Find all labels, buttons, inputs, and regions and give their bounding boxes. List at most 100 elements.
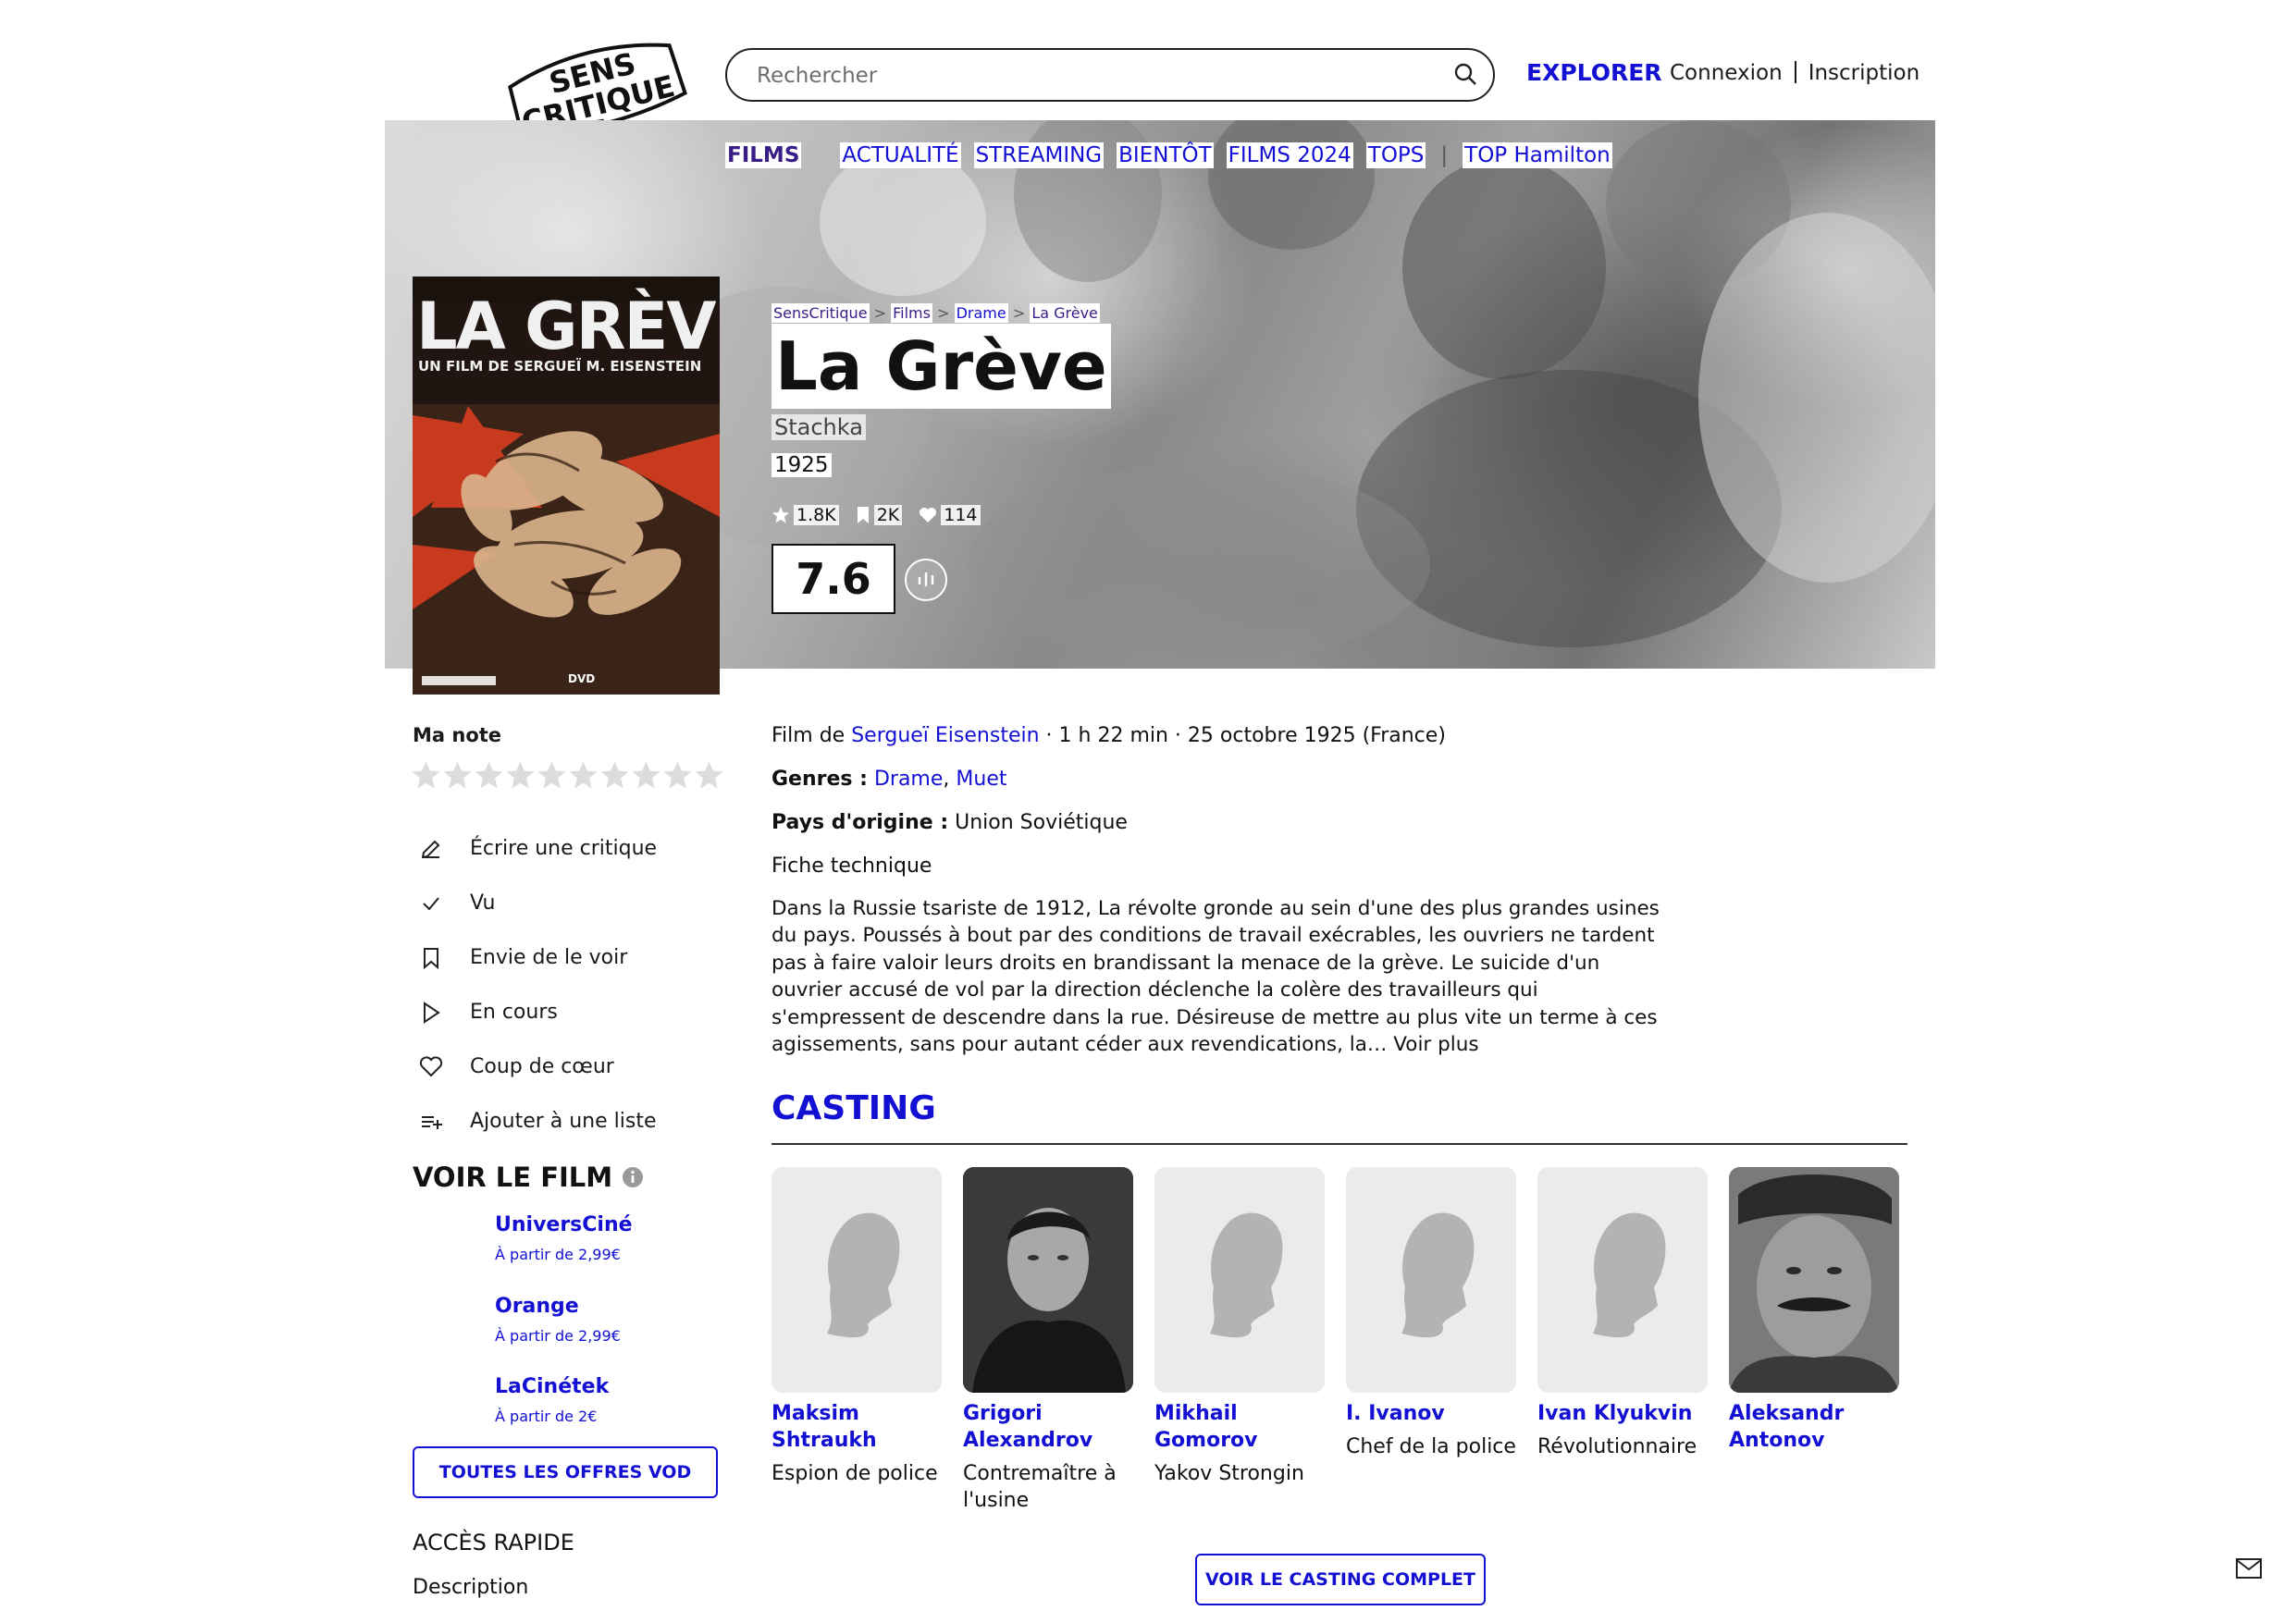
in-progress-action[interactable]: En cours [414, 985, 657, 1039]
search-bar[interactable] [725, 48, 1495, 102]
movie-poster[interactable]: LA GRÈVE UN FILM DE SERGUEÏ M. EISENSTEI… [413, 277, 720, 695]
rating-star-4[interactable] [505, 760, 536, 791]
vod-offer-orange[interactable]: Orange À partir de 2,99€ [495, 1295, 621, 1345]
vod-offer-universcine[interactable]: UniversCiné À partir de 2,99€ [495, 1213, 633, 1263]
actor-role: Révolutionnaire [1537, 1435, 1697, 1458]
auth-links: Connexion Inscription [1670, 61, 1920, 85]
favorite-label: Coup de cœur [470, 1055, 614, 1078]
actor-photo[interactable] [963, 1167, 1133, 1393]
bar-chart-icon [918, 572, 934, 586]
list-add-icon [414, 1105, 448, 1138]
cast-card[interactable]: I. Ivanov Chef de la police [1346, 1167, 1516, 1460]
wishlist-value: 2K [873, 505, 903, 525]
breadcrumb-drame[interactable]: Drame [954, 303, 1008, 323]
cast-card[interactable]: Mikhail Gomorov Yakov Strongin [1154, 1167, 1325, 1487]
nav-actualite[interactable]: ACTUALITÉ [840, 142, 961, 168]
vod-name[interactable]: LaCinétek [495, 1375, 609, 1398]
cast-card[interactable]: Aleksandr Antonov [1729, 1167, 1899, 1460]
login-link[interactable]: Connexion [1670, 61, 1783, 85]
nav-divider: | [1440, 143, 1449, 167]
ratings-value: 1.8K [794, 505, 839, 525]
breadcrumb-separator: > [1012, 304, 1026, 322]
rating-star-5[interactable] [537, 760, 567, 791]
rating-star-8[interactable] [631, 760, 661, 791]
heart-icon [414, 1051, 448, 1084]
actor-name-link[interactable]: Aleksandr Antonov [1729, 1400, 1899, 1454]
actor-photo[interactable] [1729, 1167, 1899, 1393]
actor-name-link[interactable]: Maksim Shtraukh [772, 1400, 942, 1454]
nav-films-2024[interactable]: FILMS 2024 [1226, 142, 1353, 168]
original-title: Stachka [772, 414, 866, 440]
poster-dvd-badge: DVD [568, 672, 596, 685]
bookmark-icon [857, 507, 869, 523]
wishlist-label: Envie de le voir [470, 946, 628, 969]
genres-line: Genres : Drame, Muet [772, 768, 1007, 791]
breadcrumb-la-greve[interactable]: La Grève [1030, 303, 1100, 323]
divider [1794, 61, 1796, 83]
add-to-list-label: Ajouter à une liste [470, 1110, 657, 1133]
seen-action[interactable]: Vu [414, 876, 657, 930]
breadcrumb-separator: > [873, 304, 887, 322]
wishlist-action[interactable]: Envie de le voir [414, 930, 657, 985]
rating-star-9[interactable] [662, 760, 693, 791]
country-label: Pays d'origine : [772, 811, 949, 834]
bookmark-icon [414, 941, 448, 975]
user-actions: Écrire une critique Vu Envie de le voir … [414, 821, 657, 1149]
write-review-action[interactable]: Écrire une critique [414, 821, 657, 876]
info-icon[interactable] [622, 1166, 644, 1188]
rating-star-10[interactable] [694, 760, 724, 791]
watch-film-heading: VOIR LE FILM [413, 1162, 644, 1193]
favorites-count: 114 [919, 505, 981, 525]
all-vod-offers-button[interactable]: TOUTES LES OFFRES VOD [413, 1446, 718, 1498]
poster-subtitle: UN FILM DE SERGUEÏ M. EISENSTEIN [418, 358, 702, 375]
cast-card[interactable]: Maksim Shtraukh Espion de police [772, 1167, 942, 1487]
genre-link-drame[interactable]: Drame [874, 768, 943, 791]
actor-name-link[interactable]: Grigori Alexandrov [963, 1400, 1133, 1454]
rating-distribution-button[interactable] [905, 559, 947, 601]
cast-card[interactable]: Ivan Klyukvin Révolutionnaire [1537, 1167, 1708, 1460]
technical-sheet-link[interactable]: Fiche technique [772, 855, 932, 878]
breadcrumb-films[interactable]: Films [891, 303, 932, 323]
rating-star-2[interactable] [442, 760, 473, 791]
synopsis-text: Dans la Russie tsariste de 1912, La révo… [772, 897, 1660, 1057]
vod-name[interactable]: Orange [495, 1295, 621, 1318]
nav-tops[interactable]: TOPS [1365, 142, 1426, 168]
wishlist-count: 2K [856, 505, 903, 525]
actor-name-link[interactable]: Mikhail Gomorov [1154, 1400, 1325, 1454]
average-score: 7.6 [772, 544, 895, 614]
breadcrumb-senscritique[interactable]: SensCritique [772, 303, 870, 323]
quick-access-description-link[interactable]: Description [413, 1576, 528, 1599]
vod-offer-lacinetek[interactable]: LaCinétek À partir de 2€ [495, 1375, 609, 1425]
actor-photo-placeholder[interactable] [1154, 1167, 1325, 1393]
add-to-list-action[interactable]: Ajouter à une liste [414, 1094, 657, 1149]
search-input[interactable] [755, 59, 1425, 92]
nav-bientot[interactable]: BIENTÔT [1117, 142, 1214, 168]
signup-link[interactable]: Inscription [1808, 61, 1920, 85]
actor-role: Yakov Strongin [1154, 1462, 1304, 1485]
mail-icon[interactable] [2235, 1557, 2263, 1583]
write-review-label: Écrire une critique [470, 837, 658, 860]
nav-top-hamilton[interactable]: TOP Hamilton [1463, 142, 1612, 168]
nav-streaming[interactable]: STREAMING [973, 142, 1105, 168]
rating-star-7[interactable] [599, 760, 630, 791]
rating-star-6[interactable] [568, 760, 599, 791]
genre-link-muet[interactable]: Muet [956, 768, 1006, 791]
vod-name[interactable]: UniversCiné [495, 1213, 633, 1236]
favorite-action[interactable]: Coup de cœur [414, 1039, 657, 1094]
read-more-link[interactable]: Voir plus [1393, 1033, 1478, 1056]
actor-name-link[interactable]: I. Ivanov [1346, 1400, 1516, 1427]
full-cast-button[interactable]: VOIR LE CASTING COMPLET [1195, 1554, 1486, 1605]
actor-photo-placeholder[interactable] [772, 1167, 942, 1393]
actor-name-link[interactable]: Ivan Klyukvin [1537, 1400, 1708, 1427]
rating-star-3[interactable] [474, 760, 504, 791]
actor-photo-placeholder[interactable] [1537, 1167, 1708, 1393]
rating-star-1[interactable] [411, 760, 441, 791]
search-icon[interactable] [1452, 61, 1478, 91]
director-link[interactable]: Sergueï Eisenstein [851, 724, 1039, 747]
nav-films[interactable]: FILMS [725, 142, 802, 168]
cast-card[interactable]: Grigori Alexandrov Contremaître à l'usine [963, 1167, 1133, 1514]
my-rating-stars [411, 760, 724, 791]
actor-photo-placeholder[interactable] [1346, 1167, 1516, 1393]
vod-price: À partir de 2,99€ [495, 1246, 621, 1263]
explorer-link[interactable]: EXPLORER [1526, 59, 1662, 86]
